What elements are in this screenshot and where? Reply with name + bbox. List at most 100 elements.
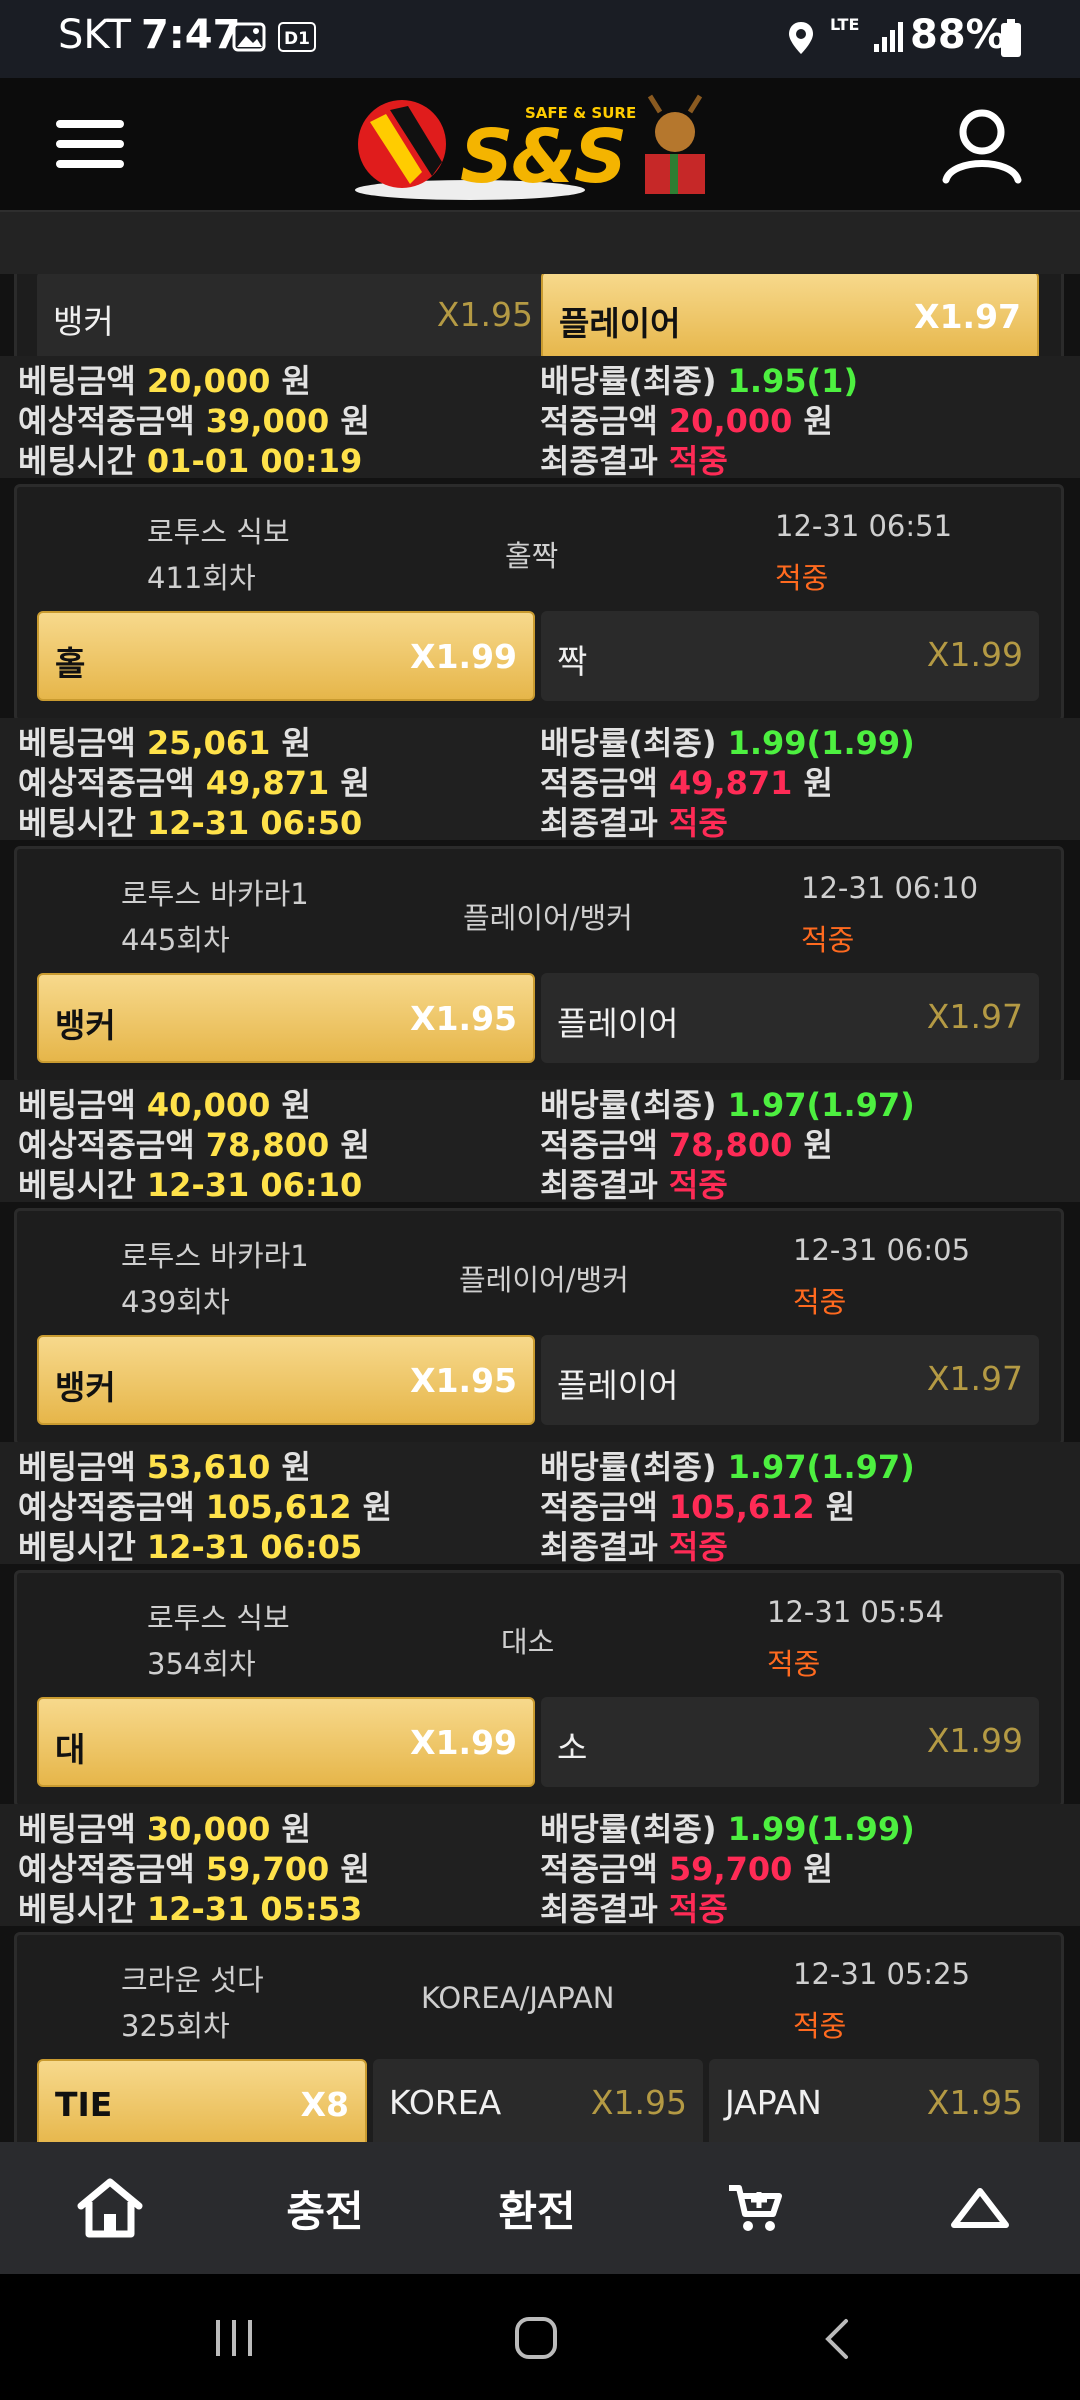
label-bet-amount: 베팅금액: [18, 1810, 136, 1848]
back-icon[interactable]: [822, 2318, 852, 2360]
system-nav-bar: [0, 2274, 1080, 2400]
bet-option[interactable]: 플레이어 X1.97: [541, 1335, 1039, 1425]
label-win-amount: 적중금액: [540, 1488, 658, 1526]
bet-option[interactable]: 소 X1.99: [541, 1697, 1039, 1787]
unit-won: 원: [281, 724, 311, 762]
unit-won: 원: [340, 764, 370, 802]
bet-amount: 53,610: [146, 1448, 271, 1486]
bet-option[interactable]: 뱅커 X1.95: [37, 274, 549, 361]
label-bet-amount: 베팅금액: [18, 362, 136, 400]
label-bet-time: 베팅시간: [18, 1166, 136, 1204]
bet-card: 로투스 바카라1 445회차 플레이어/뱅커 12-31 06:10 적중 뱅커…: [14, 846, 1064, 1084]
bottom-nav: 충전 환전: [0, 2142, 1080, 2274]
bet-option[interactable]: 짝 X1.99: [541, 611, 1039, 701]
bet-option[interactable]: 플레이어 X1.97: [541, 973, 1039, 1063]
option-odds: X1.95: [410, 999, 517, 1038]
win-amount: 78,800: [668, 1126, 793, 1164]
game-date: 12-31 06:10: [801, 871, 979, 905]
nav-cart[interactable]: [690, 2142, 820, 2274]
expected-win: 49,871: [205, 764, 330, 802]
option-name: 짝: [557, 642, 588, 681]
win-amount: 20,000: [668, 402, 793, 440]
option-odds: X1.97: [914, 297, 1021, 336]
bet-option-selected[interactable]: 뱅커 X1.95: [37, 973, 535, 1063]
bet-card: 뱅커 X1.95 플레이어 X1.97: [14, 274, 1064, 366]
label-odds-final: 배당률(최종): [540, 362, 717, 400]
label-final-result: 최종결과: [540, 1166, 658, 1204]
option-name: JAPAN: [725, 2083, 822, 2122]
battery-percent: 88%: [910, 12, 1006, 58]
nav-charge-label: 충전: [286, 2186, 364, 2236]
unit-won: 원: [281, 1810, 311, 1848]
bet-amount: 20,000: [146, 362, 271, 400]
nav-charge[interactable]: 충전: [250, 2142, 400, 2274]
app-header: SAFE & SURE S&S: [0, 78, 1080, 210]
game-date: 12-31 06:51: [775, 509, 953, 543]
status-carrier-clock: SKT 7:47: [58, 12, 240, 58]
label-win-amount: 적중금액: [540, 1126, 658, 1164]
home-button-icon[interactable]: [514, 2316, 558, 2360]
recent-apps-icon[interactable]: [212, 2318, 256, 2358]
bet-option-selected[interactable]: 대 X1.99: [37, 1697, 535, 1787]
option-odds: X1.95: [926, 2083, 1023, 2122]
user-icon[interactable]: [940, 106, 1024, 186]
market-type: 대소: [501, 1625, 555, 1659]
bet-option[interactable]: KOREA X1.95: [373, 2059, 703, 2142]
bet-amount: 30,000: [146, 1810, 271, 1848]
bet-card: 크라운 섯다 325회차 KOREA/JAPAN 12-31 05:25 적중 …: [14, 1932, 1064, 2142]
nav-home[interactable]: [40, 2142, 180, 2274]
option-odds: X1.99: [410, 637, 517, 676]
final-result: 적중: [668, 1528, 728, 1566]
menu-icon[interactable]: [56, 120, 124, 170]
logo-text: S&S: [460, 114, 627, 200]
bet-option-selected[interactable]: 홀 X1.99: [37, 611, 535, 701]
final-result: 적중: [668, 1166, 728, 1204]
sub-header-bar: [0, 210, 1080, 276]
final-result: 적중: [668, 804, 728, 842]
game-result: 적중: [793, 2009, 847, 2043]
odds-final: 1.99(1.99): [727, 1810, 915, 1848]
bet-option-selected[interactable]: 뱅커 X1.95: [37, 1335, 535, 1425]
option-odds: X1.95: [590, 2083, 687, 2122]
label-win-amount: 적중금액: [540, 1850, 658, 1888]
label-final-result: 최종결과: [540, 804, 658, 842]
option-name: TIE: [55, 2085, 113, 2124]
game-name: 로투스 바카라1: [121, 1239, 309, 1273]
brand-logo[interactable]: SAFE & SURE S&S: [350, 92, 730, 202]
unit-won: 원: [340, 1850, 370, 1888]
nav-scroll-top[interactable]: [910, 2142, 1050, 2274]
label-final-result: 최종결과: [540, 1528, 658, 1566]
clock: 7:47: [140, 12, 241, 58]
unit-won: 원: [803, 1850, 833, 1888]
label-bet-time: 베팅시간: [18, 1890, 136, 1928]
nav-exchange[interactable]: 환전: [462, 2142, 612, 2274]
label-expected-win: 예상적중금액: [18, 1850, 195, 1888]
odds-final: 1.99(1.99): [727, 724, 915, 762]
round-number: 354회차: [147, 1647, 256, 1681]
odds-final: 1.97(1.97): [727, 1086, 915, 1124]
bet-summary: 베팅금액 53,610 원 예상적중금액 105,612 원 베팅시간 12-3…: [0, 1442, 1080, 1566]
carrier-text: SKT: [58, 12, 131, 58]
game-name: 크라운 섯다: [121, 1963, 264, 1997]
scroll-top-icon: [951, 2188, 1009, 2228]
option-name: 플레이어: [557, 1366, 679, 1405]
bet-option[interactable]: JAPAN X1.95: [709, 2059, 1039, 2142]
unit-won: 원: [340, 402, 370, 440]
option-odds: X1.99: [926, 1721, 1023, 1760]
unit-won: 원: [340, 1126, 370, 1164]
label-odds-final: 배당률(최종): [540, 724, 717, 762]
option-odds: X1.95: [436, 295, 533, 334]
win-amount: 59,700: [668, 1850, 793, 1888]
bet-option-selected[interactable]: TIE X8: [37, 2059, 367, 2142]
bet-option-selected[interactable]: 플레이어 X1.97: [541, 274, 1039, 361]
game-date: 12-31 06:05: [793, 1233, 971, 1267]
label-expected-win: 예상적중금액: [18, 1126, 195, 1164]
win-amount: 105,612: [668, 1488, 815, 1526]
market-type: 홀짝: [505, 539, 559, 573]
gallery-icon: [232, 22, 266, 52]
round-number: 411회차: [147, 561, 256, 595]
bet-summary: 베팅금액 25,061 원 예상적중금액 49,871 원 베팅시간 12-31…: [0, 718, 1080, 842]
cart-icon: [729, 2185, 782, 2231]
status-bar: SKT 7:47 D1 LTE 88%: [0, 0, 1080, 78]
bet-history-list[interactable]: 뱅커 X1.95 플레이어 X1.97 베팅금액 20,000 원 예상적중금액…: [0, 274, 1080, 2142]
